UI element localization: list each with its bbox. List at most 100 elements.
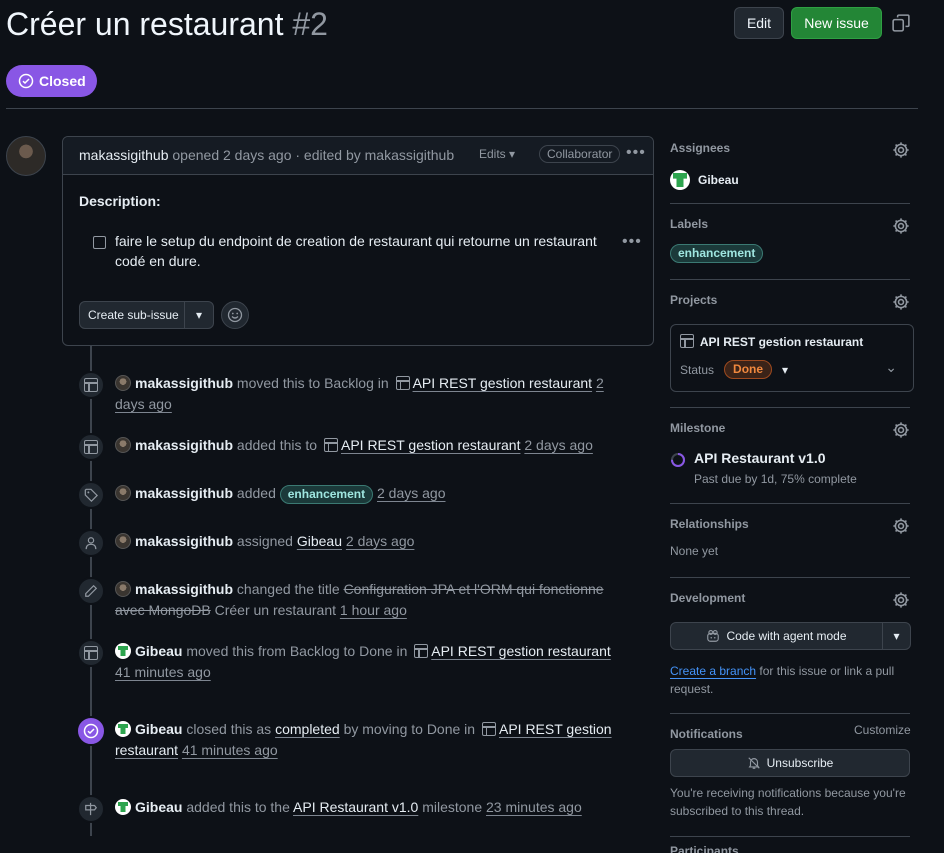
comment-meta: makassigithub opened 2 days ago · edited… bbox=[79, 147, 454, 163]
event-time[interactable]: 41 minutes ago bbox=[182, 742, 278, 758]
timeline-event: makassigithub assigned Gibeau 2 days ago bbox=[115, 531, 625, 552]
role-badge: Collaborator bbox=[539, 145, 621, 163]
project-icon bbox=[680, 334, 694, 348]
caret-down-icon[interactable]: ▾ bbox=[782, 363, 788, 377]
label-badge[interactable]: enhancement bbox=[670, 244, 764, 263]
edits-dropdown[interactable]: Edits ▾ bbox=[479, 147, 515, 161]
event-actor[interactable]: Gibeau bbox=[135, 721, 182, 737]
chevron-down-icon[interactable]: ⌄ bbox=[885, 359, 897, 376]
assignee-item[interactable]: Gibeau bbox=[670, 170, 910, 190]
participants-heading: Participants bbox=[670, 844, 739, 853]
event-text: added this to bbox=[236, 437, 318, 453]
task-menu-icon[interactable]: ••• bbox=[622, 233, 642, 251]
labels-heading[interactable]: Labels bbox=[670, 217, 910, 231]
event-time[interactable]: 2 days ago bbox=[377, 485, 446, 501]
timeline-event: Gibeau moved this from Backlog to Done i… bbox=[115, 641, 625, 683]
event-actor[interactable]: makassigithub bbox=[135, 581, 233, 597]
event-text: assigned bbox=[236, 533, 293, 549]
event-actor[interactable]: makassigithub bbox=[135, 437, 233, 453]
event-actor[interactable]: Gibeau bbox=[135, 643, 182, 659]
create-subissue-button[interactable]: Create sub-issue ▾ bbox=[79, 301, 214, 329]
edits-label: Edits bbox=[479, 147, 506, 161]
divider bbox=[670, 503, 910, 504]
event-text: added bbox=[236, 485, 276, 501]
avatar[interactable] bbox=[6, 136, 46, 176]
milestone-name[interactable]: API Restaurant v1.0 bbox=[694, 450, 826, 466]
assignees-heading[interactable]: Assignees bbox=[670, 141, 910, 155]
chevron-down-icon[interactable]: ▾ bbox=[883, 623, 910, 649]
avatar[interactable] bbox=[115, 643, 131, 659]
header-divider bbox=[6, 108, 918, 109]
timeline-event: makassigithub changed the title Configur… bbox=[115, 579, 625, 621]
project-link[interactable]: API REST gestion restaurant bbox=[431, 643, 611, 659]
completed-link[interactable]: completed bbox=[275, 721, 340, 737]
event-time[interactable]: 2 days ago bbox=[524, 437, 593, 453]
avatar[interactable] bbox=[115, 533, 131, 549]
project-icon bbox=[77, 639, 105, 667]
avatar[interactable] bbox=[115, 799, 131, 815]
relationships-heading[interactable]: Relationships bbox=[670, 517, 910, 531]
avatar[interactable] bbox=[115, 437, 131, 453]
unsubscribe-label: Unsubscribe bbox=[766, 756, 834, 770]
timeline-event: makassigithub moved this to Backlog in A… bbox=[115, 373, 625, 415]
label-badge[interactable]: enhancement bbox=[279, 485, 374, 504]
comment-meta-text: opened 2 days ago · edited by makassigit… bbox=[172, 147, 455, 163]
unsubscribe-button[interactable]: Unsubscribe bbox=[670, 749, 910, 777]
event-text: by moving to Done in bbox=[343, 721, 476, 737]
issue-number: #2 bbox=[292, 6, 328, 42]
create-subissue-label[interactable]: Create sub-issue bbox=[80, 302, 185, 328]
copy-icon[interactable] bbox=[892, 14, 910, 32]
project-link[interactable]: API REST gestion restaurant bbox=[413, 375, 593, 391]
event-actor[interactable]: makassigithub bbox=[135, 485, 233, 501]
project-link[interactable]: API REST gestion restaurant bbox=[341, 437, 521, 453]
status-value-badge[interactable]: Done bbox=[724, 360, 773, 379]
project-icon bbox=[395, 376, 410, 390]
agent-mode-button[interactable]: Code with agent mode ▾ bbox=[670, 622, 911, 650]
avatar[interactable] bbox=[115, 375, 131, 391]
event-time[interactable]: 1 hour ago bbox=[340, 602, 407, 618]
event-time[interactable]: 2 days ago bbox=[346, 533, 415, 549]
milestone-heading[interactable]: Milestone bbox=[670, 421, 910, 435]
chevron-down-icon[interactable]: ▾ bbox=[185, 302, 213, 328]
event-time[interactable]: 23 minutes ago bbox=[486, 799, 582, 815]
comment-author[interactable]: makassigithub bbox=[79, 147, 169, 163]
closed-check-icon bbox=[76, 716, 106, 746]
assignee-name[interactable]: Gibeau bbox=[698, 173, 739, 187]
task-checkbox[interactable] bbox=[93, 236, 106, 249]
task-list-item: faire le setup du endpoint de creation d… bbox=[93, 231, 603, 271]
avatar[interactable] bbox=[115, 485, 131, 501]
copilot-icon bbox=[707, 630, 720, 642]
event-text: changed the title bbox=[236, 581, 340, 597]
development-heading[interactable]: Development bbox=[670, 591, 910, 605]
new-issue-button[interactable]: New issue bbox=[791, 7, 882, 39]
milestone-icon bbox=[77, 795, 105, 823]
event-time[interactable]: 41 minutes ago bbox=[115, 664, 211, 680]
event-text: added this to the bbox=[186, 799, 290, 815]
projects-heading[interactable]: Projects bbox=[670, 293, 910, 307]
edit-button[interactable]: Edit bbox=[734, 7, 784, 39]
assignee-link[interactable]: Gibeau bbox=[297, 533, 342, 549]
event-actor[interactable]: Gibeau bbox=[135, 799, 182, 815]
avatar[interactable] bbox=[115, 721, 131, 737]
project-icon bbox=[77, 371, 105, 399]
project-icon bbox=[414, 644, 429, 658]
event-actor[interactable]: makassigithub bbox=[135, 375, 233, 391]
branch-text: Create a branch for this issue or link a… bbox=[670, 662, 910, 698]
project-name[interactable]: API REST gestion restaurant bbox=[700, 335, 863, 349]
smiley-icon[interactable] bbox=[221, 301, 249, 329]
kebab-menu-icon[interactable]: ••• bbox=[626, 144, 646, 162]
status-field-label: Status bbox=[680, 362, 715, 377]
project-title[interactable]: API REST gestion restaurant bbox=[680, 334, 863, 349]
create-branch-link[interactable]: Create a branch bbox=[670, 664, 756, 678]
agent-mode-main[interactable]: Code with agent mode bbox=[671, 623, 883, 649]
milestone-link[interactable]: API Restaurant v1.0 bbox=[293, 799, 418, 815]
milestone-progress: Past due by 1d, 75% complete bbox=[694, 472, 857, 486]
event-actor[interactable]: makassigithub bbox=[135, 533, 233, 549]
project-icon bbox=[77, 433, 105, 461]
status-badge: Closed bbox=[6, 65, 97, 97]
avatar[interactable] bbox=[115, 581, 131, 597]
customize-link[interactable]: Customize bbox=[854, 723, 911, 737]
project-icon bbox=[481, 722, 496, 736]
relationships-value: None yet bbox=[670, 544, 719, 558]
divider bbox=[670, 407, 910, 408]
